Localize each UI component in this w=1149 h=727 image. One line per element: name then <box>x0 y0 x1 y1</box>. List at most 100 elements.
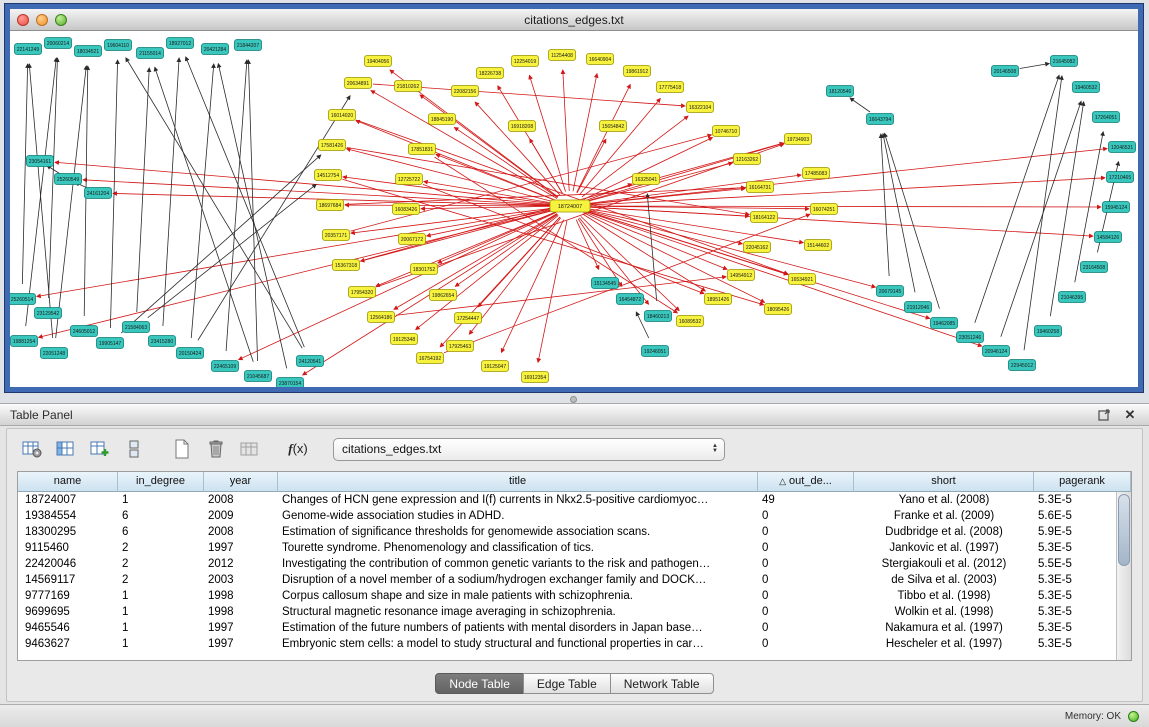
graph-node[interactable]: 18460213 <box>645 311 672 322</box>
show-columns-icon[interactable] <box>53 437 79 461</box>
graph-node[interactable]: 17210465 <box>1107 172 1134 183</box>
graph-node[interactable]: 16754192 <box>417 353 444 364</box>
tab-node-table[interactable]: Node Table <box>435 673 524 694</box>
graph-node[interactable]: 22045162 <box>744 242 771 253</box>
graph-node[interactable]: 14512754 <box>315 170 342 181</box>
graph-node[interactable]: 20634891 <box>345 78 372 89</box>
graph-node[interactable]: 21645082 <box>1051 56 1078 67</box>
network-selector-dropdown[interactable]: citations_edges.txt▲▼ <box>333 438 725 461</box>
table-row[interactable]: 969969511998Structural magnetic resonanc… <box>18 604 1131 620</box>
graph-node[interactable]: 18724007 <box>550 200 590 212</box>
delete-icon[interactable] <box>203 437 229 461</box>
graph-node[interactable]: 16322104 <box>687 102 714 113</box>
graph-node[interactable]: 17485083 <box>803 168 830 179</box>
graph-node[interactable]: 18034521 <box>75 46 102 57</box>
panel-splitter-handle[interactable] <box>570 396 577 403</box>
graph-node[interactable]: 11254408 <box>549 50 576 61</box>
minimize-window-icon[interactable] <box>36 14 48 26</box>
graph-node[interactable]: 12163262 <box>734 154 761 165</box>
table-row[interactable]: 977716911998Corpus callosum shape and si… <box>18 588 1131 604</box>
column-header-name[interactable]: name <box>18 472 118 492</box>
column-header-out_de[interactable]: △out_de... <box>758 472 854 492</box>
graph-node[interactable]: 16918208 <box>509 121 536 132</box>
graph-node[interactable]: 19125348 <box>391 334 418 345</box>
graph-node[interactable]: 19460258 <box>1035 326 1062 337</box>
new-document-icon[interactable] <box>169 437 195 461</box>
table-mode-icon[interactable] <box>19 437 45 461</box>
graph-node[interactable]: 17254447 <box>455 313 482 324</box>
graph-node[interactable]: 20067172 <box>399 234 426 245</box>
graph-node[interactable]: 21046395 <box>1059 292 1086 303</box>
graph-node[interactable]: 19246051 <box>642 346 669 357</box>
graph-node[interactable]: 23870154 <box>277 378 304 388</box>
table-row[interactable]: 1456911722003Disruption of a novel membe… <box>18 572 1131 588</box>
graph-node[interactable]: 23415280 <box>149 336 176 347</box>
import-table-icon[interactable] <box>237 437 263 461</box>
scrollbar-thumb[interactable] <box>1118 494 1130 566</box>
graph-node[interactable]: 25260549 <box>55 174 82 185</box>
row-tools-icon[interactable] <box>121 437 147 461</box>
graph-node[interactable]: 15144602 <box>805 240 832 251</box>
graph-node[interactable]: 10746710 <box>713 126 740 137</box>
graph-node[interactable]: 16089532 <box>677 316 704 327</box>
graph-node[interactable]: 24120541 <box>297 356 324 367</box>
graph-node[interactable]: 23051246 <box>957 332 984 343</box>
table-row[interactable]: 1830029562008Estimation of significance … <box>18 524 1131 540</box>
graph-node[interactable]: 16534921 <box>789 274 816 285</box>
graph-node[interactable]: 15945124 <box>1103 202 1130 213</box>
network-graph[interactable]: 1872400718845190178518311272572216083426… <box>10 31 1138 387</box>
graph-node[interactable]: 18951426 <box>705 294 732 305</box>
float-panel-icon[interactable] <box>1095 407 1113 423</box>
graph-node[interactable]: 17264051 <box>1093 112 1120 123</box>
graph-node[interactable]: 18095426 <box>765 304 792 315</box>
table-row[interactable]: 1938455462009Genome-wide association stu… <box>18 508 1131 524</box>
close-panel-icon[interactable]: ✕ <box>1121 407 1139 423</box>
graph-node[interactable]: 19862654 <box>430 290 457 301</box>
window-titlebar[interactable]: citations_edges.txt <box>10 9 1138 31</box>
graph-node[interactable]: 22465109 <box>212 361 239 372</box>
graph-node[interactable]: 16325041 <box>633 174 660 185</box>
graph-node[interactable]: 15367318 <box>333 260 360 271</box>
table-row[interactable]: 946362711997Embryonic stem cells: a mode… <box>18 636 1131 652</box>
graph-node[interactable]: 16454872 <box>617 294 644 305</box>
column-header-in_degree[interactable]: in_degree <box>118 472 204 492</box>
graph-node[interactable]: 20421284 <box>202 44 229 55</box>
column-header-year[interactable]: year <box>204 472 278 492</box>
graph-node[interactable]: 22945012 <box>1009 360 1036 371</box>
network-canvas[interactable]: 1872400718845190178518311272572216083426… <box>10 31 1138 387</box>
column-header-pagerank[interactable]: pagerank <box>1034 472 1131 492</box>
graph-node[interactable]: 18927012 <box>167 38 194 49</box>
graph-node[interactable]: 18845190 <box>429 114 456 125</box>
graph-node[interactable]: 21810262 <box>395 81 422 92</box>
graph-node[interactable]: 19460532 <box>1073 82 1100 93</box>
graph-node[interactable]: 19604110 <box>105 40 132 51</box>
create-column-icon[interactable] <box>87 437 113 461</box>
graph-node[interactable]: 19861912 <box>624 66 651 77</box>
graph-node[interactable]: 19734903 <box>785 134 812 145</box>
graph-node[interactable]: 24161204 <box>85 188 112 199</box>
graph-node[interactable]: 12564186 <box>368 312 395 323</box>
graph-node[interactable]: 19905147 <box>97 338 124 349</box>
graph-node[interactable]: 17954320 <box>349 287 376 298</box>
graph-node[interactable]: 21844207 <box>235 40 262 51</box>
graph-node[interactable]: 12725722 <box>396 174 423 185</box>
graph-node[interactable]: 18697684 <box>317 200 344 211</box>
graph-node[interactable]: 25260514 <box>10 294 36 305</box>
graph-node[interactable]: 20679145 <box>877 286 904 297</box>
graph-node[interactable]: 16164731 <box>747 182 774 193</box>
graph-node[interactable]: 16643794 <box>867 114 894 125</box>
graph-node[interactable]: 16912354 <box>522 372 549 383</box>
graph-node[interactable]: 20060214 <box>45 38 72 49</box>
function-builder-icon[interactable]: f(x) <box>285 437 311 461</box>
graph-node[interactable]: 20946124 <box>983 346 1010 357</box>
graph-node[interactable]: 21912046 <box>905 302 932 313</box>
graph-node[interactable]: 24605012 <box>71 326 98 337</box>
zoom-window-icon[interactable] <box>55 14 67 26</box>
graph-node[interactable]: 19462085 <box>931 318 958 329</box>
graph-node[interactable]: 16014020 <box>329 110 356 121</box>
graph-node[interactable]: 12046531 <box>1109 142 1136 153</box>
graph-node[interactable]: 23164508 <box>1081 262 1108 273</box>
graph-node[interactable]: 18164122 <box>751 212 778 223</box>
table-row[interactable]: 2242004622012Investigating the contribut… <box>18 556 1131 572</box>
table-row[interactable]: 911546021997Tourette syndrome. Phenomeno… <box>18 540 1131 556</box>
